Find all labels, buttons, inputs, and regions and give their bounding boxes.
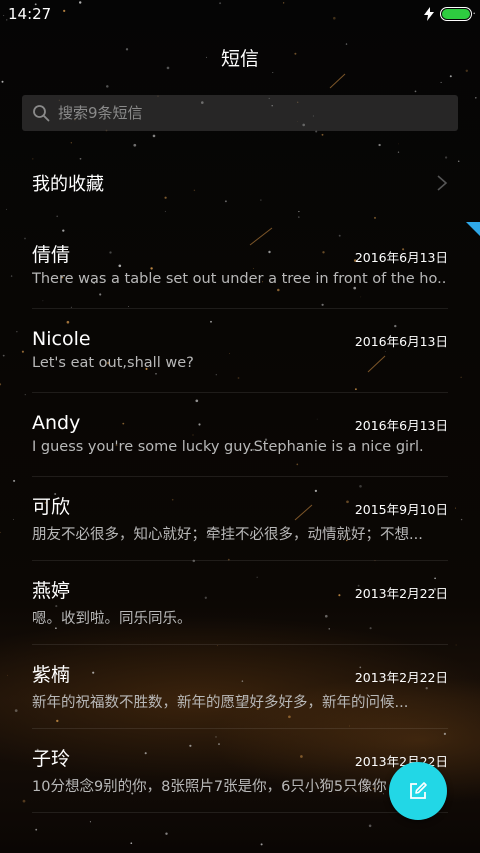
message-date: 2016年6月13日 [354, 418, 448, 433]
message-preview: I guess you're some lucky guy.Stephanie … [32, 439, 424, 455]
message-date: 2016年6月13日 [354, 334, 448, 349]
battery-icon [440, 7, 472, 21]
conversation-row[interactable]: Andy 2016年6月13日 I guess you're some luck… [0, 393, 480, 477]
message-date: 2013年2月22日 [354, 670, 448, 685]
star [35, 828, 38, 831]
star [133, 143, 137, 147]
contact-name: 倩倩 [32, 244, 71, 266]
favorites-label: 我的收藏 [32, 174, 104, 195]
page-title: 短信 [220, 48, 259, 70]
star [106, 85, 109, 88]
contact-name: 可欣 [32, 496, 71, 518]
star [398, 143, 400, 145]
star [260, 843, 263, 846]
contact-name: 紫楠 [32, 664, 71, 686]
search-bar[interactable] [22, 95, 458, 131]
conversation-row[interactable]: 倩倩 2016年6月13日 There was a table set out … [0, 225, 480, 309]
conversation-row[interactable]: 紫楠 2013年2月22日 新年的祝福数不胜数，新年的愿望好多好多，新年的问候.… [0, 645, 480, 729]
star [474, 96, 477, 99]
chevron-right-icon [437, 175, 448, 191]
star [368, 824, 372, 828]
star [397, 151, 400, 153]
star [70, 142, 72, 144]
favorites-entry[interactable]: 我的收藏 [0, 155, 480, 211]
battery-level-fill [442, 9, 470, 19]
status-bar: 14:27 [0, 0, 480, 28]
message-preview: Let's eat out,shall we? [32, 355, 194, 371]
star [298, 211, 300, 213]
message-date: 2016年6月13日 [354, 250, 448, 265]
lightning-bolt-icon [424, 7, 434, 21]
star [321, 133, 324, 136]
star [449, 75, 452, 78]
contact-name: Nicole [32, 328, 91, 350]
contact-name: 燕婷 [32, 580, 71, 602]
message-preview: 朋友不必很多，知心就好；牵挂不必很多，动情就好；不想... [32, 527, 423, 543]
conversation-row[interactable]: 可欣 2015年9月10日 朋友不必很多，知心就好；牵挂不必很多，动情就好；不想… [0, 477, 480, 561]
compose-button[interactable] [389, 762, 447, 820]
compose-icon [410, 782, 427, 799]
star [272, 72, 274, 73]
search-icon [33, 105, 50, 122]
shooting-star [329, 73, 346, 89]
star [130, 842, 133, 845]
star [378, 143, 381, 147]
star [152, 134, 156, 138]
message-preview: 嗯。收到啦。同乐同乐。 [32, 611, 192, 627]
message-preview: There was a table set out under a tree i… [32, 271, 447, 287]
star [56, 215, 59, 218]
star [164, 210, 166, 213]
status-icons [424, 7, 472, 21]
star [440, 81, 442, 83]
message-preview: 10分想念9别的你，8张照片7张是你，6只小狗5只像你 [32, 779, 387, 795]
message-date: 2013年2月22日 [354, 586, 448, 601]
star [89, 821, 91, 823]
conversation-list: 倩倩 2016年6月13日 There was a table set out … [0, 225, 480, 813]
star [1, 80, 4, 83]
message-preview: 新年的祝福数不胜数，新年的愿望好多好多，新年的问候... [32, 695, 409, 711]
conversation-row[interactable]: Nicole 2016年6月13日 Let's eat out,shall we… [0, 309, 480, 393]
conversation-row[interactable]: 燕婷 2013年2月22日 嗯。收到啦。同乐同乐。 [0, 561, 480, 645]
messages-screen: 14:27 短信 我的收藏 倩倩 2016年6月13日 [0, 0, 480, 853]
star [414, 90, 417, 93]
contact-name: Andy [32, 412, 81, 434]
star [298, 216, 300, 218]
search-input[interactable] [58, 104, 438, 122]
status-time: 14:27 [8, 5, 52, 23]
message-date: 2015年9月10日 [354, 502, 448, 517]
star [165, 832, 168, 835]
star [374, 216, 376, 219]
contact-name: 子玲 [32, 748, 71, 770]
